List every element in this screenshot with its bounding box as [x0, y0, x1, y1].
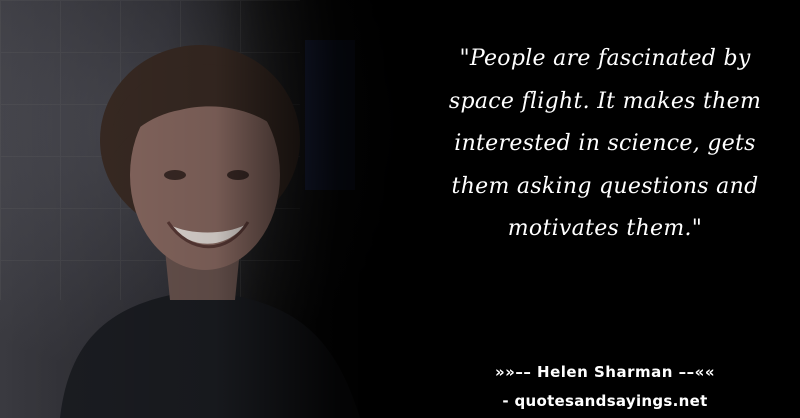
website-credit: - quotesandsayings.net	[502, 392, 708, 410]
quote-card: "People are fascinated by space flight. …	[0, 0, 800, 418]
portrait-photo	[0, 0, 480, 418]
quote-text: "People are fascinated by space flight. …	[448, 46, 762, 241]
photo-fade-overlay	[0, 0, 480, 418]
quote-author: »»–– Helen Sharman ––««	[494, 363, 716, 381]
